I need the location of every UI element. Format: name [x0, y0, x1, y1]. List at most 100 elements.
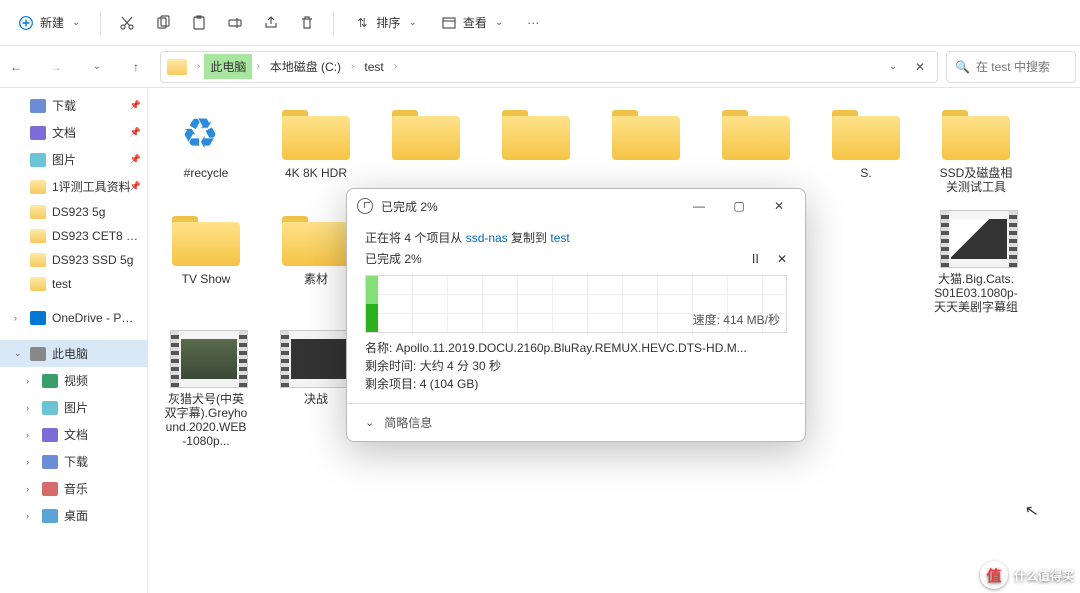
- folder-icon: [170, 210, 242, 268]
- sidebar-item[interactable]: test: [0, 272, 147, 296]
- pause-button[interactable]: ⅠⅠ: [752, 252, 759, 266]
- folder-icon: [610, 104, 682, 162]
- source-link[interactable]: ssd-nas: [466, 231, 508, 245]
- sidebar-item[interactable]: DS923 SSD 5g: [0, 248, 147, 272]
- grid-item[interactable]: SSD及磁盘相关测试工具: [930, 100, 1022, 198]
- dialog-title: 已完成 2%: [381, 198, 438, 215]
- sidebar-item[interactable]: 文档📌: [0, 119, 147, 146]
- sidebar-item[interactable]: DS923 CET8 5g: [0, 224, 147, 248]
- grid-item[interactable]: [380, 100, 472, 198]
- sidebar-item-label: 文档: [64, 426, 139, 443]
- crumb-thispc[interactable]: 此电脑: [204, 54, 252, 79]
- sidebar-item-label: 视频: [64, 372, 139, 389]
- sidebar-item[interactable]: ›音乐: [0, 475, 147, 502]
- sidebar-item[interactable]: DS923 5g: [0, 200, 147, 224]
- folder-icon: [42, 482, 58, 496]
- sidebar-item[interactable]: ›文档: [0, 421, 147, 448]
- crumb-drive[interactable]: 本地磁盘 (C:): [264, 54, 347, 79]
- dest-link[interactable]: test: [550, 231, 569, 245]
- details-toggle[interactable]: 简略信息: [384, 414, 432, 431]
- sidebar-item-label: 音乐: [64, 480, 139, 497]
- sidebar-item-label: 图片: [64, 399, 139, 416]
- view-button[interactable]: 查看 ⌄: [431, 8, 513, 37]
- dialog-footer[interactable]: ⌄ 简略信息: [347, 403, 805, 441]
- sort-button[interactable]: ⇅ 排序 ⌄: [344, 8, 426, 37]
- pin-icon: 📌: [130, 100, 141, 111]
- address-bar-row: ← → ⌄ ↑ › 此电脑 › 本地磁盘 (C:) › test › ⌄ ✕ 🔍: [0, 46, 1080, 88]
- sidebar-item[interactable]: ⌄此电脑: [0, 340, 147, 367]
- folder-icon: [30, 180, 46, 194]
- sidebar-item[interactable]: ›视频: [0, 367, 147, 394]
- grid-item[interactable]: 大猫.Big.Cats.S01E03.1080p-天天美剧字幕组: [930, 206, 1022, 318]
- copy-progress-dialog: 已完成 2% ― ▢ ✕ 正在将 4 个项目从 ssd-nas 复制到 test…: [346, 188, 806, 442]
- sidebar-item[interactable]: 图片📌: [0, 146, 147, 173]
- chevron-right-icon: ›: [195, 61, 202, 72]
- pin-icon: 📌: [130, 181, 141, 192]
- sidebar-item-label: 图片: [52, 151, 139, 168]
- forward-button[interactable]: →: [40, 51, 72, 83]
- folder-icon: [30, 253, 46, 267]
- breadcrumb[interactable]: › 此电脑 › 本地磁盘 (C:) › test › ⌄ ✕: [160, 51, 938, 83]
- sidebar-item[interactable]: ›OneDrive - Personal: [0, 306, 147, 330]
- new-button[interactable]: 新建 ⌄: [8, 8, 90, 37]
- back-button[interactable]: ←: [0, 51, 32, 83]
- grid-item[interactable]: TV Show: [160, 206, 252, 318]
- separator: [333, 11, 334, 35]
- folder-icon: [42, 374, 58, 388]
- dialog-meta: 名称: Apollo.11.2019.DOCU.2160p.BluRay.REM…: [365, 339, 787, 393]
- share-button[interactable]: [255, 7, 287, 39]
- view-icon: [441, 15, 457, 31]
- sidebar-item-label: OneDrive - Personal: [52, 311, 139, 325]
- delete-button[interactable]: [291, 7, 323, 39]
- sidebar-item-label: 此电脑: [52, 345, 139, 362]
- folder-icon: [280, 104, 352, 162]
- folder-icon: [30, 229, 46, 243]
- sidebar-item-label: 下载: [52, 97, 139, 114]
- grid-item[interactable]: [710, 100, 802, 198]
- cancel-button[interactable]: ✕: [777, 252, 787, 266]
- address-chevron-button[interactable]: ⌄: [879, 54, 905, 80]
- dialog-titlebar[interactable]: 已完成 2% ― ▢ ✕: [347, 189, 805, 223]
- speed-graph: 速度: 414 MB/秒: [365, 275, 787, 333]
- grid-item[interactable]: 灰猎犬号(中英双字幕).Greyhound.2020.WEB-1080p...: [160, 326, 252, 452]
- copy-status-line: 正在将 4 个项目从 ssd-nas 复制到 test: [365, 229, 787, 246]
- more-button[interactable]: ⋯: [517, 7, 549, 39]
- grid-item[interactable]: S.: [820, 100, 912, 198]
- rename-button[interactable]: [219, 7, 251, 39]
- folder-icon: [280, 210, 352, 268]
- close-button[interactable]: ✕: [763, 194, 795, 218]
- item-label: 4K 8K HDR: [274, 166, 358, 180]
- cut-button[interactable]: [111, 7, 143, 39]
- search-icon: 🔍: [955, 60, 970, 74]
- sidebar-item[interactable]: ›下载: [0, 448, 147, 475]
- sidebar-item[interactable]: ›桌面: [0, 502, 147, 529]
- recent-button[interactable]: ⌄: [80, 51, 112, 83]
- sidebar-item[interactable]: ›图片: [0, 394, 147, 421]
- folder-icon: [390, 104, 462, 162]
- sidebar-item[interactable]: 1评测工具资料📌: [0, 173, 147, 200]
- video-icon: [940, 210, 1018, 268]
- grid-item[interactable]: [600, 100, 692, 198]
- search-input[interactable]: [976, 60, 1067, 74]
- folder-icon: [42, 401, 58, 415]
- grid-item[interactable]: [490, 100, 582, 198]
- chevron-down-icon: ⌄: [495, 17, 503, 28]
- grid-item[interactable]: 4K 8K HDR: [270, 100, 362, 198]
- copy-button[interactable]: [147, 7, 179, 39]
- folder-icon: [30, 311, 46, 325]
- up-button[interactable]: ↑: [120, 51, 152, 83]
- sidebar-item-label: 1评测工具资料: [52, 178, 139, 195]
- crumb-test[interactable]: test: [358, 56, 389, 78]
- folder-icon: [30, 347, 46, 361]
- paste-button[interactable]: [183, 7, 215, 39]
- grid-item[interactable]: ♻#recycle: [160, 100, 252, 198]
- sidebar-item[interactable]: 下载📌: [0, 92, 147, 119]
- sidebar-item-label: DS923 SSD 5g: [52, 253, 139, 267]
- folder-icon: [42, 455, 58, 469]
- search-box[interactable]: 🔍: [946, 51, 1076, 83]
- maximize-button[interactable]: ▢: [723, 194, 755, 218]
- minimize-button[interactable]: ―: [683, 194, 715, 218]
- folder-icon: [720, 104, 792, 162]
- address-close-button[interactable]: ✕: [907, 54, 933, 80]
- folder-icon: [830, 104, 902, 162]
